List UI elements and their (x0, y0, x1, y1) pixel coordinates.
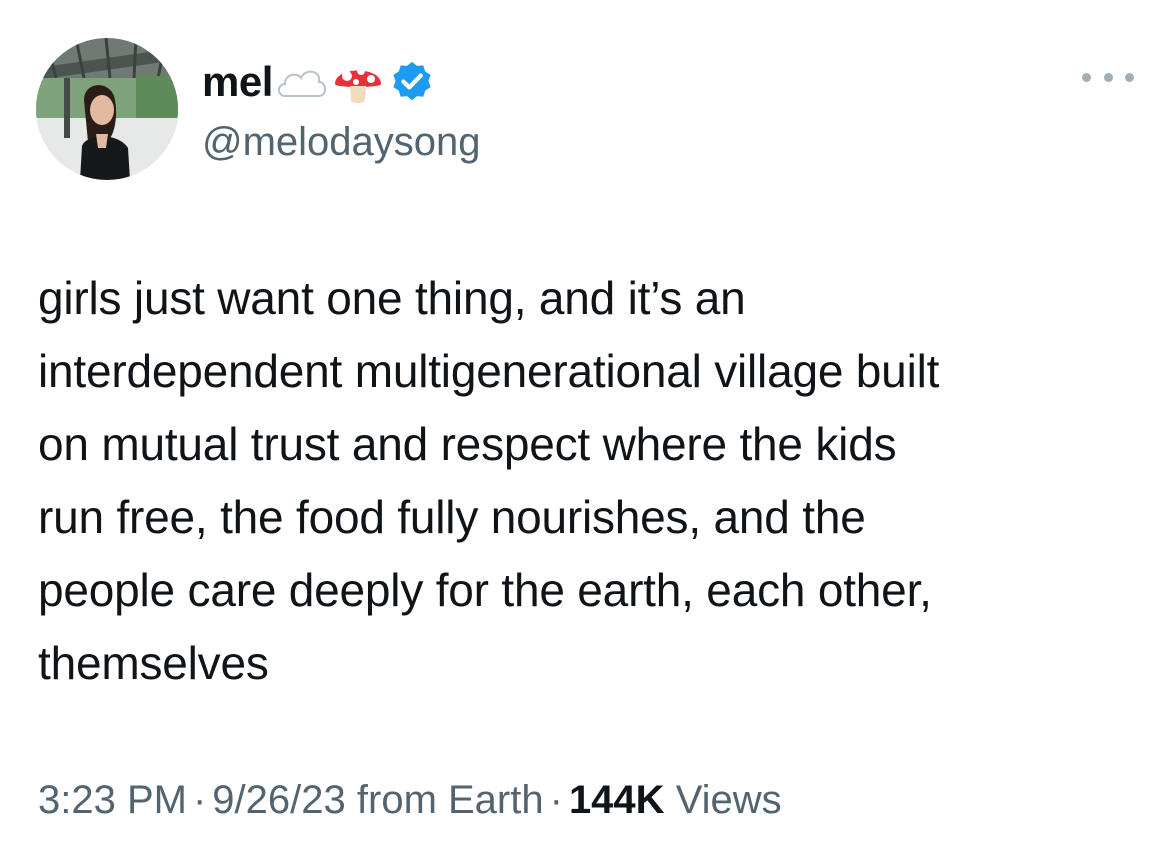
tweet-card: mel @melodaysong girls just want one thi… (0, 0, 1170, 860)
tweet-text: girls just want one thing, and it’s an i… (38, 272, 940, 689)
views-label: Views (675, 778, 782, 822)
more-dot (1082, 72, 1091, 82)
author-handle[interactable]: @melodaysong (202, 116, 481, 168)
tweet-date[interactable]: 9/26/23 (212, 778, 345, 822)
display-name[interactable]: mel (202, 54, 273, 110)
avatar-photo (36, 38, 178, 180)
tweet-source: from Earth (356, 778, 544, 822)
author-name-row: mel (202, 54, 435, 110)
mushroom-emoji-icon (331, 60, 385, 104)
verified-badge-icon (389, 59, 435, 105)
tweet-time[interactable]: 3:23 PM (38, 778, 187, 822)
views-count: 144K (568, 778, 665, 822)
avatar[interactable] (36, 38, 178, 180)
tweet-metadata: 3:23 PM · 9/26/23 from Earth · 144K Views (38, 772, 782, 828)
more-options-icon[interactable] (1082, 60, 1134, 94)
meta-separator: · (549, 778, 563, 822)
more-dot (1125, 72, 1134, 82)
meta-separator: · (192, 778, 207, 822)
cloud-emoji-icon (275, 60, 329, 104)
more-dot (1103, 72, 1113, 82)
